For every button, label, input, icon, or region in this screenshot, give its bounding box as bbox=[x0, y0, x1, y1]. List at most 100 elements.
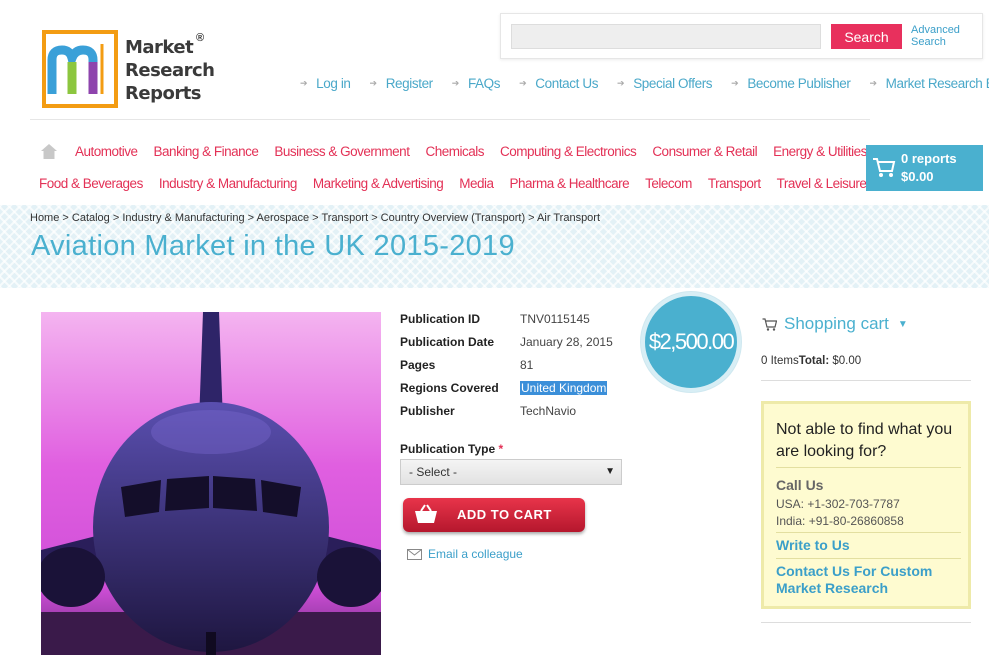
become-publisher-link[interactable]: ➔ Become Publisher bbox=[731, 76, 851, 91]
logo-mark bbox=[42, 30, 118, 108]
arrow-icon: ➔ bbox=[519, 78, 527, 88]
nav-item-business-government[interactable]: Business & Government bbox=[274, 144, 410, 159]
publication-date-value: January 28, 2015 bbox=[520, 335, 613, 349]
search-bar: Search Advanced Search bbox=[500, 13, 983, 59]
arrow-icon: ➔ bbox=[451, 78, 460, 88]
nav-item-travel-leisure[interactable]: Travel & Leisure bbox=[777, 176, 867, 191]
login-label: Log in bbox=[316, 76, 351, 91]
nav-item-media[interactable]: Media bbox=[459, 176, 494, 191]
publisher-label: Publisher bbox=[400, 404, 455, 418]
envelope-icon bbox=[407, 548, 422, 560]
nav-item-pharma-healthcare[interactable]: Pharma & Healthcare bbox=[510, 176, 630, 191]
faqs-link[interactable]: ➔ FAQs bbox=[451, 76, 501, 91]
phone-india: India: +91-80-26860858 bbox=[776, 514, 904, 528]
cart-count: 0 reports bbox=[901, 151, 957, 166]
login-link[interactable]: ➔ Log in bbox=[300, 76, 351, 91]
advanced-search-line2: Search bbox=[911, 36, 946, 48]
publication-type-label: Publication Type * bbox=[400, 442, 503, 456]
top-links: ➔ Log in ➔ Register ➔ FAQs ➔ Contact Us ➔ Spe… bbox=[300, 76, 989, 91]
advanced-search-link[interactable]: Advanced Search bbox=[911, 24, 979, 48]
arrow-icon: ➔ bbox=[617, 78, 625, 88]
email-colleague-link[interactable]: Email a colleague bbox=[407, 547, 523, 561]
cart-items-count: 0 Items bbox=[761, 355, 799, 367]
phone-usa: USA: +1-302-703-7787 bbox=[776, 497, 900, 511]
cart-total-value: $0.00 bbox=[832, 355, 862, 367]
register-label: Register bbox=[385, 76, 433, 91]
regions-covered-value: United Kingdom bbox=[520, 381, 608, 395]
sidebar-divider bbox=[761, 622, 971, 623]
chevron-down-icon: ▼ bbox=[897, 318, 908, 330]
publication-type-text: Publication Type bbox=[400, 442, 496, 456]
special-offers-link[interactable]: ➔ Special Offers bbox=[617, 76, 713, 91]
contact-us-link[interactable]: ➔ Contact Us bbox=[519, 76, 598, 91]
nav-item-chemicals[interactable]: Chemicals bbox=[425, 144, 484, 159]
nav-item-consumer-retail[interactable]: Consumer & Retail bbox=[652, 144, 757, 159]
title-banner: Home > Catalog > Industry & Manufacturin… bbox=[0, 205, 989, 288]
email-colleague-label: Email a colleague bbox=[428, 547, 523, 561]
cart-icon bbox=[873, 158, 896, 177]
logo[interactable]: Market Research Reports ® bbox=[42, 30, 217, 110]
help-divider bbox=[776, 532, 961, 533]
product-image bbox=[41, 312, 381, 655]
pages-value: 81 bbox=[520, 358, 534, 372]
category-nav-row1: Automotive Banking & Finance Business & … bbox=[75, 144, 867, 159]
home-icon[interactable] bbox=[40, 143, 58, 160]
publication-id-label: Publication ID bbox=[400, 312, 481, 326]
blog-link[interactable]: ➔ Market Research Blog bbox=[869, 76, 989, 91]
regions-covered-label: Regions Covered bbox=[400, 381, 499, 395]
call-us-heading: Call Us bbox=[776, 477, 824, 493]
nav-item-telecom[interactable]: Telecom bbox=[645, 176, 692, 191]
pages-label: Pages bbox=[400, 358, 436, 372]
shopping-cart-summary: 0 ItemsTotal: $0.00 bbox=[761, 355, 861, 367]
help-box: Not able to find what you are looking fo… bbox=[761, 401, 971, 609]
cart-total-label: Total: bbox=[798, 355, 830, 367]
blog-label: Market Research Blog bbox=[885, 76, 989, 91]
add-to-cart-button[interactable]: ADD TO CART bbox=[403, 498, 585, 532]
publication-type-selected: - Select - bbox=[409, 465, 458, 479]
price-badge: $2,500.00 bbox=[641, 292, 741, 392]
add-to-cart-label: ADD TO CART bbox=[457, 507, 552, 522]
special-offers-label: Special Offers bbox=[633, 76, 713, 91]
advanced-search-line1: Advanced bbox=[911, 24, 960, 36]
shopping-cart-toggle[interactable]: Shopping cart ▼ bbox=[762, 314, 908, 334]
nav-item-energy-utilities[interactable]: Energy & Utilities bbox=[773, 144, 867, 159]
publication-date-label: Publication Date bbox=[400, 335, 495, 349]
register-link[interactable]: ➔ Register bbox=[369, 76, 434, 91]
shopping-cart-title: Shopping cart bbox=[784, 314, 889, 333]
header-cart-button[interactable]: 0 reports $0.00 bbox=[866, 145, 983, 191]
logo-line3: Reports bbox=[125, 83, 202, 104]
help-divider bbox=[776, 558, 961, 559]
required-marker: * bbox=[498, 442, 504, 456]
nav-item-food-beverages[interactable]: Food & Beverages bbox=[39, 176, 143, 191]
dropdown-arrow-icon: ▼ bbox=[605, 466, 615, 477]
faqs-label: FAQs bbox=[467, 76, 501, 91]
nav-item-transport[interactable]: Transport bbox=[708, 176, 761, 191]
nav-item-marketing-advertising[interactable]: Marketing & Advertising bbox=[313, 176, 444, 191]
nav-item-banking-finance[interactable]: Banking & Finance bbox=[154, 144, 259, 159]
arrow-icon: ➔ bbox=[869, 78, 877, 88]
publisher-value: TechNavio bbox=[520, 404, 577, 418]
publication-type-select[interactable]: - Select - ▼ bbox=[400, 459, 622, 485]
category-nav-row2: Food & Beverages Industry & Manufacturin… bbox=[39, 176, 867, 191]
nav-item-industry-manufacturing[interactable]: Industry & Manufacturing bbox=[159, 176, 298, 191]
header-divider bbox=[30, 119, 870, 120]
sidebar-divider bbox=[761, 380, 971, 381]
cart-icon bbox=[762, 317, 777, 331]
contact-custom-research-link[interactable]: Contact Us For Custom Market Research bbox=[776, 563, 966, 597]
search-button[interactable]: Search bbox=[831, 24, 902, 49]
airplane-image bbox=[41, 312, 381, 655]
registered-mark: ® bbox=[196, 32, 205, 44]
nav-item-computing-electronics[interactable]: Computing & Electronics bbox=[500, 144, 637, 159]
write-to-us-link[interactable]: Write to Us bbox=[776, 537, 850, 553]
page-title: Aviation Market in the UK 2015-2019 bbox=[31, 230, 515, 262]
basket-icon bbox=[415, 504, 437, 523]
nav-item-automotive[interactable]: Automotive bbox=[75, 144, 138, 159]
breadcrumb[interactable]: Home > Catalog > Industry & Manufacturin… bbox=[30, 212, 600, 224]
arrow-icon: ➔ bbox=[369, 78, 378, 88]
search-input[interactable] bbox=[511, 24, 821, 49]
logo-line2: Research bbox=[125, 60, 215, 81]
arrow-icon: ➔ bbox=[731, 78, 739, 88]
arrow-icon: ➔ bbox=[300, 78, 308, 88]
help-title: Not able to find what you are looking fo… bbox=[776, 421, 953, 460]
become-publisher-label: Become Publisher bbox=[747, 76, 851, 91]
